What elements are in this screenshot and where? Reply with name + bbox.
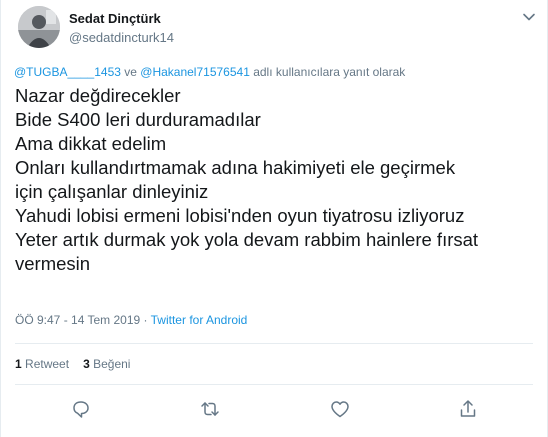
heart-icon[interactable]	[328, 397, 352, 421]
tweet-timestamp[interactable]: ÖÖ 9:47 - 14 Tem 2019	[15, 313, 140, 327]
tweet-text-line: Ama dikkat edelim	[15, 133, 167, 154]
chevron-down-icon[interactable]	[521, 9, 537, 25]
tweet-actions	[1, 397, 548, 421]
tweet-text-line: Bide S400 leri durduramadılar	[15, 109, 261, 130]
divider	[15, 343, 533, 344]
like-stat[interactable]: 3 Beğeni	[83, 357, 130, 371]
tweet-text: Nazar değdirecekler Bide S400 leri durdu…	[15, 84, 540, 276]
retweet-icon[interactable]	[198, 397, 222, 421]
reply-mention-link[interactable]: @Hakanel71576541	[140, 65, 250, 79]
reply-joiner: ve	[120, 65, 141, 79]
tweet-text-line: Yahudi lobisi ermeni lobisi'nden oyun ti…	[15, 205, 465, 226]
meta-separator: ·	[140, 313, 151, 327]
reply-context: @TUGBA____1453 ve @Hakanel71576541 adlı …	[14, 65, 405, 79]
retweet-stat[interactable]: 1 Retweet	[15, 357, 69, 371]
like-count: 3	[83, 357, 90, 371]
tweet-source-link[interactable]: Twitter for Android	[151, 313, 248, 327]
tweet-meta: ÖÖ 9:47 - 14 Tem 2019 · Twitter for Andr…	[15, 313, 247, 327]
author-name[interactable]: Sedat Dinçtürk	[69, 11, 161, 26]
reply-suffix: adlı kullanıcılara yanıt olarak	[249, 65, 406, 79]
author-handle[interactable]: @sedatdincturk14	[69, 30, 174, 45]
tweet-text-line: vermesin	[15, 253, 91, 274]
avatar[interactable]	[18, 6, 60, 48]
divider	[15, 384, 533, 385]
reply-icon[interactable]	[69, 397, 93, 421]
tweet-stats: 1 Retweet 3 Beğeni	[15, 357, 130, 371]
like-label: Beğeni	[93, 357, 131, 371]
tweet-text-line: Nazar değdirecekler	[15, 85, 181, 106]
tweet-text-line: Yeter artık durmak yok yola devam rabbim…	[15, 229, 479, 250]
tweet-text-line: Onları kullandırtmamak adına hakimiyeti …	[15, 157, 456, 178]
tweet-text-line: için çalışanlar dinleyiniz	[15, 181, 209, 202]
share-icon[interactable]	[456, 397, 480, 421]
tweet-card: Sedat Dinçtürk @sedatdincturk14 @TUGBA__…	[0, 0, 548, 437]
retweet-label: Retweet	[25, 357, 70, 371]
retweet-count: 1	[15, 357, 22, 371]
reply-mention-link[interactable]: @TUGBA____1453	[14, 65, 121, 79]
